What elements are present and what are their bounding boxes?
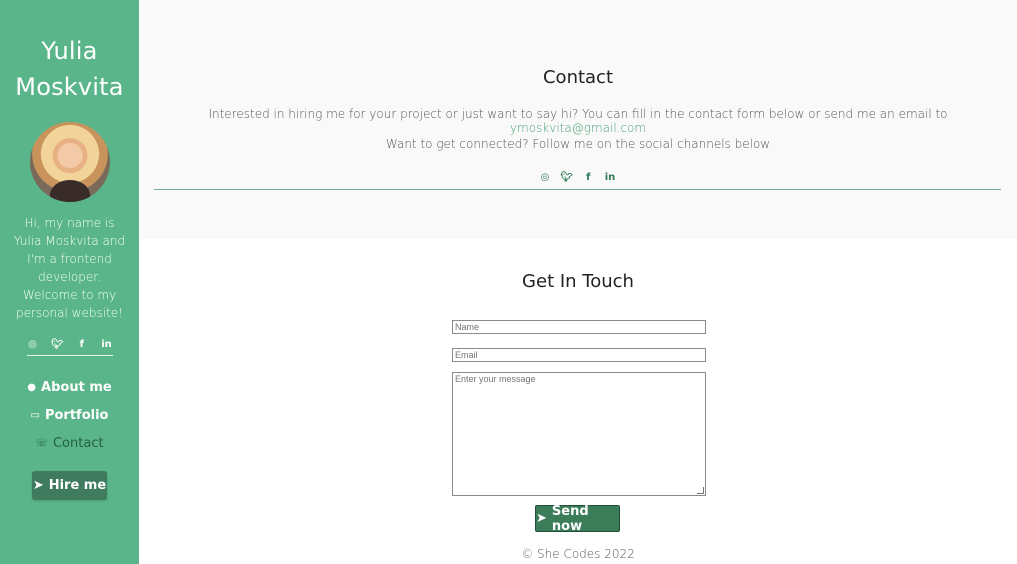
person-icon: ● — [27, 381, 37, 393]
name-input[interactable] — [452, 320, 706, 334]
footer-copyright: © She Codes 2022 — [521, 547, 635, 561]
profile-avatar — [29, 122, 110, 202]
sidebar-navigation: ● About me ▭ Portfolio ☏ Contact — [0, 373, 139, 457]
textarea-resize-handle[interactable] — [697, 487, 704, 494]
profile-bio: Hi, my name is Yulia Moskvita and I'm a … — [13, 216, 126, 320]
hire-me-label: Hire me — [48, 478, 107, 493]
send-icon: ➤ — [32, 478, 44, 493]
send-now-button[interactable]: ➤ Send now — [535, 503, 620, 534]
sidebar: Yulia Moskvita Hi, my name is Yulia Mosk… — [0, 0, 139, 564]
facebook-icon[interactable]: f — [76, 338, 88, 350]
profile-name: Yulia Moskvita — [0, 33, 139, 105]
contact-intro: Interested in hiring me for your project… — [139, 107, 1017, 135]
profile-name-line1: Yulia — [41, 37, 98, 65]
linkedin-icon[interactable]: in — [604, 171, 616, 183]
sidebar-item-about-me[interactable]: ● About me — [0, 373, 139, 401]
contact-title: Contact — [542, 67, 614, 88]
message-textarea[interactable] — [452, 372, 706, 496]
contact-section: Contact Interested in hiring me for your… — [139, 0, 1017, 239]
hire-me-button[interactable]: ➤ Hire me — [32, 471, 107, 500]
contact-social-links: ◎ 🐦︎ f in — [539, 171, 616, 183]
linkedin-icon[interactable]: in — [100, 338, 112, 350]
instagram-icon[interactable]: ◎ — [27, 338, 39, 350]
email-input[interactable] — [452, 348, 706, 362]
email-link[interactable]: ymoskvita@gmail.com — [510, 121, 646, 135]
profile-name-line2: Moskvita — [15, 73, 124, 101]
social-follow-text: Want to get connected? Follow me on the … — [385, 137, 771, 151]
phone-icon: ☏ — [35, 437, 48, 449]
sidebar-item-label: Portfolio — [44, 407, 109, 423]
send-icon: ➤ — [536, 511, 547, 526]
sidebar-item-contact[interactable]: ☏ Contact — [0, 429, 139, 457]
sidebar-item-portfolio[interactable]: ▭ Portfolio — [0, 401, 139, 429]
get-in-touch-title: Get In Touch — [522, 271, 634, 292]
sidebar-item-label: About me — [41, 379, 112, 395]
send-now-label: Send now — [551, 503, 589, 534]
twitter-icon[interactable]: 🐦︎ — [51, 338, 64, 350]
contact-divider — [154, 189, 1001, 190]
instagram-icon[interactable]: ◎ — [539, 171, 551, 183]
laptop-icon: ▭ — [30, 409, 40, 421]
contact-intro-text: Interested in hiring me for your project… — [208, 107, 948, 121]
twitter-icon[interactable]: 🐦︎ — [560, 171, 573, 183]
facebook-icon[interactable]: f — [582, 171, 594, 183]
sidebar-social-links: ◎ 🐦︎ f in — [26, 338, 113, 356]
sidebar-item-label: Contact — [52, 435, 104, 451]
